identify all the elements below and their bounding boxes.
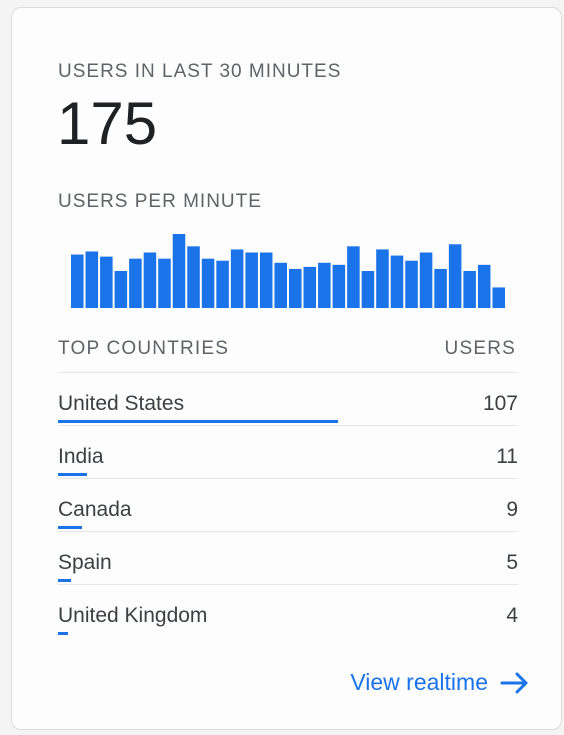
minute-bar [129,258,142,308]
minute-bar [114,271,128,308]
minute-bar [245,252,258,308]
users-column-header: USERS [444,338,516,359]
minute-bar [289,268,302,308]
minute-bar [187,246,200,308]
country-row: United Kingdom 4 [58,584,518,637]
users-last-30-heading: USERS IN LAST 30 MINUTES [58,61,342,82]
minute-bar [361,271,375,308]
minute-bar [201,258,215,308]
minute-bar [318,262,331,308]
country-row: Canada 9 [58,478,518,531]
view-realtime-label: View realtime [350,669,488,695]
country-name: India [58,445,104,468]
country-row: United States 107 [58,372,518,425]
minute-bar [85,251,99,308]
minute-bar [158,258,171,308]
country-share-bar [58,473,87,476]
country-row: India 11 [58,425,518,478]
minute-bar [100,256,113,308]
country-share-bar [58,526,82,529]
country-share-bar [58,579,72,582]
minute-bar [216,260,229,308]
minute-bar [419,252,433,308]
country-users: 11 [496,445,518,468]
country-share-bar [58,632,69,635]
country-users: 107 [482,392,518,415]
minute-bar [390,255,404,308]
country-name: United States [58,392,185,415]
users-count: 175 [57,90,158,157]
country-users: 9 [506,498,518,521]
country-users: 4 [506,604,518,627]
country-row: Spain 5 [58,531,518,584]
minute-bar [259,252,273,308]
minute-bar [347,246,360,308]
minute-bar [303,266,317,308]
minute-bar [405,260,418,308]
view-realtime-link[interactable]: View realtime [350,669,530,696]
minute-bar [463,271,476,308]
minute-bar [143,252,157,308]
country-share-bar [58,420,338,423]
minute-bar [172,234,186,308]
country-name: United Kingdom [58,604,208,627]
minute-bar [434,268,447,308]
countries-list: United States 107 India 11 Canada 9 Spain 5 Unit… [58,372,518,637]
minute-bar [71,254,84,308]
minute-bar [448,244,462,308]
minute-bar [274,262,287,308]
minute-bar [230,249,244,308]
arrow-right-icon [500,672,528,693]
realtime-card: USERS IN LAST 30 MINUTES 175 USERS PER M… [11,7,562,730]
users-per-minute-chart [71,234,505,308]
country-users: 5 [506,551,518,574]
top-countries-header: TOP COUNTRIES [58,338,230,359]
country-name: Canada [58,498,132,521]
minute-bar [332,264,346,308]
minute-bar [492,287,505,308]
minute-bar [376,249,389,308]
country-name: Spain [58,551,112,574]
minute-bar [477,264,491,308]
users-per-minute-heading: USERS PER MINUTE [58,191,262,212]
